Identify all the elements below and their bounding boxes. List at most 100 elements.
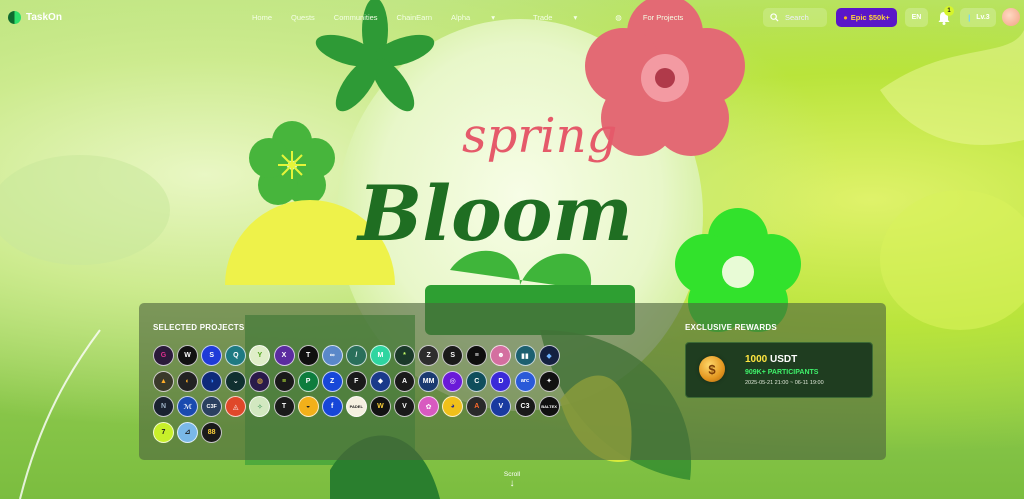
project-logo[interactable]: Y (249, 345, 271, 366)
bolt-icon: ❙ (966, 14, 973, 22)
project-logo[interactable]: N (153, 396, 174, 417)
logo-icon (8, 11, 21, 24)
project-logo[interactable]: ◍ (249, 370, 271, 392)
project-logo[interactable]: T (273, 396, 295, 417)
menu-item-alpha-label: Alpha (451, 13, 471, 22)
logo[interactable]: TaskOn (8, 11, 62, 24)
avatar[interactable] (1002, 8, 1020, 26)
scroll-hint[interactable]: Scroll ↓ (497, 471, 527, 489)
project-logo[interactable]: ℳ (177, 396, 199, 417)
project-logo[interactable]: ◕ (442, 396, 464, 417)
project-logo[interactable]: C (466, 370, 488, 392)
menu-item-quests[interactable]: Quests (291, 13, 315, 22)
top-nav: TaskOn Home Quests Communities ChainEarn… (0, 0, 1024, 36)
project-logo[interactable]: W (369, 396, 391, 417)
project-logo[interactable]: Q (225, 345, 247, 366)
project-logo[interactable]: W (177, 345, 199, 366)
project-logo[interactable]: ▲ (153, 370, 174, 392)
project-logo[interactable]: V (394, 396, 415, 417)
menu-item-communities[interactable]: Communities (334, 13, 378, 22)
project-logo[interactable]: V (490, 396, 512, 417)
title-main: Bloom (356, 169, 633, 258)
exclusive-rewards-title: EXCLUSIVE REWARDS (685, 323, 777, 332)
level-badge[interactable]: ❙ Lv.3 (960, 8, 996, 27)
project-logo[interactable]: arc (514, 370, 536, 392)
project-logo[interactable]: ✧ (249, 396, 271, 417)
chevron-down-icon: ▾ (573, 13, 578, 22)
project-logo[interactable]: A (394, 370, 415, 392)
bg-leaf (0, 155, 170, 265)
project-logo[interactable]: ≡ (273, 370, 295, 392)
project-logo[interactable]: X (273, 345, 295, 366)
search-input[interactable]: Search (763, 8, 827, 27)
project-logo[interactable]: ≡ (466, 345, 488, 366)
project-logo[interactable]: ☻ (490, 345, 512, 366)
dollar-coin-icon: $ (699, 356, 725, 382)
epic-button[interactable]: ● Epic $50k+ (836, 8, 897, 27)
reward-amount: 1000 USDT (745, 354, 797, 365)
project-logo[interactable]: BALTEX (538, 396, 560, 417)
project-logo[interactable]: C3 (514, 396, 536, 417)
project-logo[interactable]: ◑ (201, 370, 223, 392)
project-logo[interactable]: MM (418, 370, 440, 392)
project-logo[interactable]: ✦ (538, 370, 560, 392)
selected-projects-title: SELECTED PROJECTS (153, 323, 245, 332)
menu-item-chainearn[interactable]: ChainEarn (397, 13, 432, 22)
reward-participants: 909K+ PARTICIPANTS (745, 369, 819, 376)
language-button[interactable]: EN (905, 8, 928, 27)
logo-text: TaskOn (26, 12, 62, 23)
project-logo[interactable]: A (466, 396, 488, 417)
project-logo[interactable]: ✿ (418, 396, 440, 417)
project-logo[interactable]: f (321, 396, 343, 417)
reward-unit: USDT (770, 354, 798, 365)
menu-item-for-projects[interactable]: ◍ For Projects (615, 13, 702, 22)
project-logo[interactable]: ▮▮ (514, 345, 536, 366)
coin-icon: ● (843, 13, 848, 22)
project-logo[interactable]: ⊿ (177, 421, 199, 443)
project-logo[interactable]: 7 (153, 421, 174, 443)
project-logo[interactable]: D (490, 370, 512, 392)
main-menu: Home Quests Communities ChainEarn Alpha … (252, 13, 721, 22)
notification-badge: 1 (944, 6, 954, 16)
project-logo[interactable]: ◆ (538, 345, 560, 366)
project-logo[interactable]: S (442, 345, 464, 366)
project-logo[interactable]: / (345, 345, 367, 366)
arrow-down-icon: ↓ (509, 478, 515, 489)
project-logo[interactable]: M (369, 345, 391, 366)
search-icon (770, 13, 779, 22)
reward-card[interactable]: $ 1000 USDT 909K+ PARTICIPANTS 2025-05-2… (685, 342, 873, 398)
search-placeholder: Search (785, 13, 809, 22)
reward-date-range: 2025-05-21 21:00 ~ 06-11 19:00 (745, 380, 824, 386)
project-logo[interactable]: * (394, 345, 415, 366)
project-logo[interactable]: ◒ (297, 396, 319, 417)
menu-item-alpha[interactable]: Alpha ▾ (451, 13, 514, 22)
project-logo[interactable]: ◬ (225, 396, 247, 417)
project-logo[interactable]: F (345, 370, 367, 392)
title-script: spring (462, 108, 617, 164)
menu-item-home[interactable]: Home (252, 13, 272, 22)
menu-item-trade[interactable]: Trade ▾ (533, 13, 596, 22)
project-logo[interactable]: Z (321, 370, 343, 392)
bg-leaf (880, 190, 1024, 330)
projects-icon: ◍ (615, 13, 622, 22)
project-logo[interactable]: Z (418, 345, 440, 366)
project-logo[interactable]: S (201, 345, 223, 366)
reward-amount-value: 1000 (745, 354, 768, 365)
menu-item-trade-label: Trade (533, 13, 553, 22)
scroll-label: Scroll (503, 471, 521, 478)
project-logo[interactable]: ◎ (442, 370, 464, 392)
project-logo[interactable]: T (297, 345, 319, 366)
project-logo[interactable]: P (297, 370, 319, 392)
green-sunburst-flower (249, 121, 335, 205)
decor-line (19, 329, 101, 499)
project-logo[interactable]: C3F (201, 396, 223, 417)
level-label: Lv.3 (976, 14, 990, 21)
project-logo[interactable]: G (153, 345, 174, 366)
project-logo[interactable]: 88 (201, 421, 223, 443)
project-logo[interactable]: ⌄ (225, 370, 247, 392)
project-logo[interactable]: ∞ (321, 345, 343, 366)
project-logo[interactable]: ◐ (177, 370, 199, 392)
bg-leaf (880, 30, 1024, 145)
project-logo[interactable]: PADEL (345, 396, 367, 417)
project-logo[interactable]: ◆ (369, 370, 391, 392)
